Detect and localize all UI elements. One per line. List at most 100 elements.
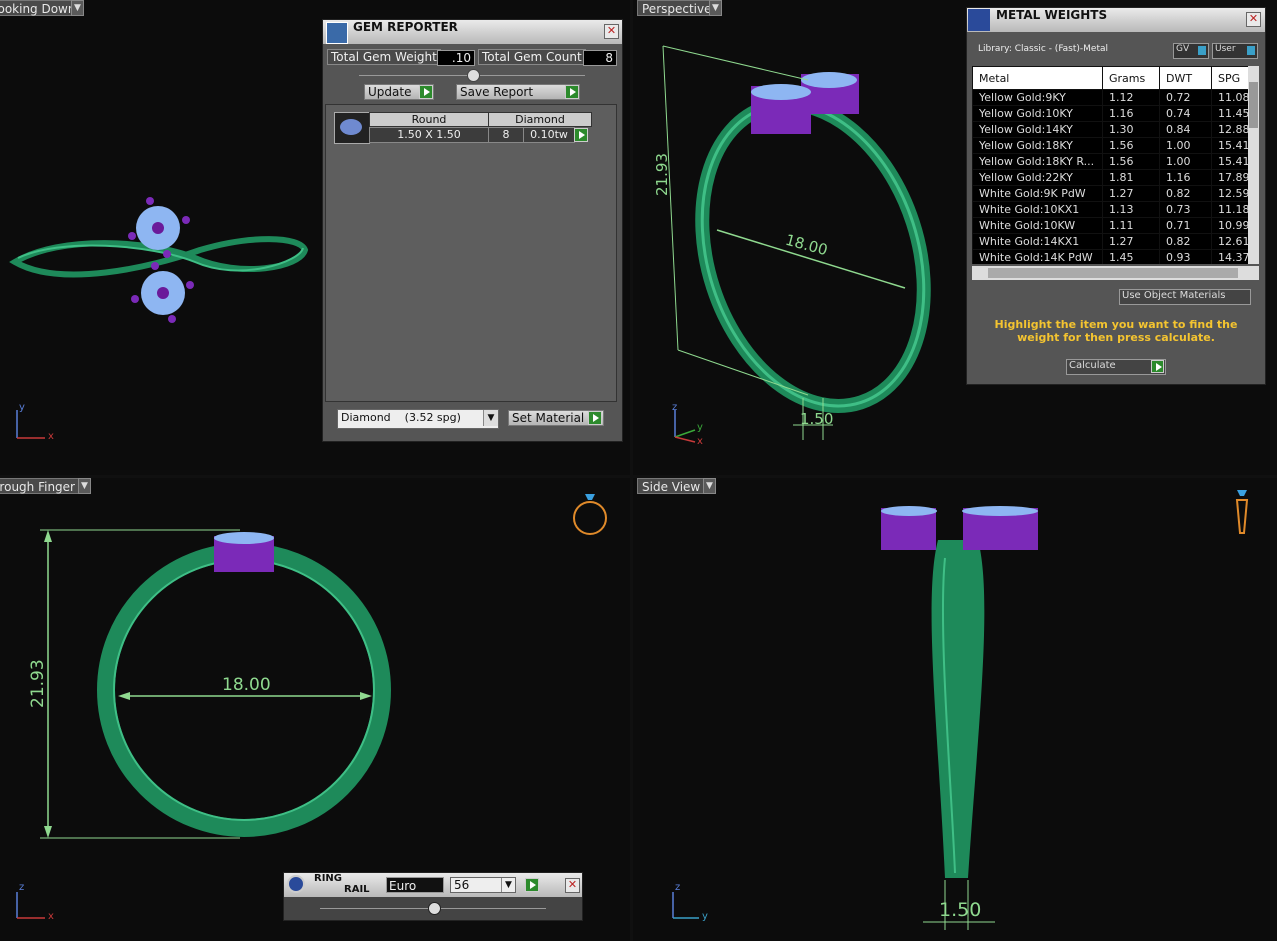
metal-weights-panel[interactable]: METAL WEIGHTS ✕ Library: Classic - (Fast…: [966, 7, 1266, 385]
table-cell[interactable]: 1.45: [1102, 249, 1160, 264]
table-cell[interactable]: White Gold:10KW: [972, 217, 1103, 234]
metal-weights-titlebar[interactable]: METAL WEIGHTS ✕: [967, 8, 1265, 32]
table-row[interactable]: Yellow Gold:10KY 1.16 0.74 11.45: [972, 105, 1248, 122]
table-row[interactable]: White Gold:9K PdW 1.27 0.82 12.59: [972, 185, 1248, 202]
table-cell[interactable]: 11.08: [1211, 89, 1248, 106]
table-cell[interactable]: 11.18: [1211, 201, 1248, 218]
column-header[interactable]: SPG: [1211, 66, 1248, 90]
table-cell[interactable]: 0.84: [1159, 121, 1212, 138]
table-cell[interactable]: Yellow Gold:18KY: [972, 137, 1103, 154]
use-object-materials-button[interactable]: Use Object Materials: [1119, 289, 1251, 305]
horizontal-scrollbar[interactable]: [972, 266, 1259, 280]
table-cell[interactable]: 1.16: [1159, 169, 1212, 186]
table-cell[interactable]: 15.41: [1211, 153, 1248, 170]
table-row[interactable]: Yellow Gold:14KY 1.30 0.84 12.88: [972, 121, 1248, 138]
table-cell[interactable]: 1.56: [1102, 137, 1160, 154]
table-cell[interactable]: 11.45: [1211, 105, 1248, 122]
gem-row-play-icon[interactable]: [574, 128, 588, 142]
axis-x-label: x: [48, 431, 54, 442]
update-play-icon[interactable]: [419, 85, 433, 99]
table-cell[interactable]: Yellow Gold:22KY: [972, 169, 1103, 186]
table-row[interactable]: White Gold:10KW 1.11 0.71 10.99: [972, 217, 1248, 234]
table-row[interactable]: Yellow Gold:18KY R... 1.56 1.00 15.41: [972, 153, 1248, 170]
save-report-play-icon[interactable]: [565, 85, 579, 99]
table-cell[interactable]: 1.27: [1102, 185, 1160, 202]
column-header[interactable]: Metal: [972, 66, 1103, 90]
ring-rail-panel[interactable]: RING RAIL Euro 56 ▼ ✕: [283, 872, 583, 921]
ring-rail-titlebar[interactable]: RING RAIL Euro 56 ▼ ✕: [284, 873, 582, 897]
table-cell[interactable]: 1.00: [1159, 137, 1212, 154]
close-icon[interactable]: ✕: [565, 878, 580, 893]
table-cell[interactable]: 1.81: [1102, 169, 1160, 186]
total-gem-count-field[interactable]: 8: [583, 50, 617, 66]
table-cell[interactable]: 0.73: [1159, 201, 1212, 218]
gem-reporter-panel[interactable]: GEM REPORTER ✕ Total Gem Weight .10 Tota…: [322, 19, 623, 442]
table-row[interactable]: White Gold:14KX1 1.27 0.82 12.61: [972, 233, 1248, 250]
table-cell[interactable]: 12.59: [1211, 185, 1248, 202]
chevron-down-icon[interactable]: ▼: [501, 878, 515, 892]
slider-handle[interactable]: [428, 902, 441, 915]
table-cell[interactable]: Yellow Gold:10KY: [972, 105, 1103, 122]
metal-weights-table[interactable]: Metal Grams DWT SPG Yellow Gold:9KY 1.12 0…: [972, 66, 1248, 264]
table-cell[interactable]: 14.37: [1211, 249, 1248, 264]
table-row[interactable]: White Gold:14K PdW 1.45 0.93 14.37: [972, 249, 1248, 264]
library-label: Library: Classic - (Fast)-Metal: [978, 44, 1109, 54]
table-cell[interactable]: White Gold:14K PdW: [972, 249, 1103, 264]
gem-reporter-titlebar[interactable]: GEM REPORTER ✕: [323, 20, 622, 44]
total-gem-weight-field[interactable]: .10: [437, 50, 475, 66]
table-cell[interactable]: 12.61: [1211, 233, 1248, 250]
user-toggle[interactable]: User: [1212, 43, 1258, 59]
table-cell[interactable]: 1.16: [1102, 105, 1160, 122]
slider-handle[interactable]: [467, 69, 480, 82]
metal-table[interactable]: Metal Grams DWT SPG Yellow Gold:9KY 1.12 0…: [972, 66, 1248, 264]
table-cell[interactable]: 1.27: [1102, 233, 1160, 250]
table-cell[interactable]: 0.72: [1159, 89, 1212, 106]
column-header[interactable]: Grams: [1102, 66, 1160, 90]
save-report-button[interactable]: Save Report: [456, 84, 580, 100]
table-cell[interactable]: 0.82: [1159, 233, 1212, 250]
close-icon[interactable]: ✕: [1246, 12, 1261, 27]
table-cell[interactable]: White Gold:14KX1: [972, 233, 1103, 250]
table-row[interactable]: Yellow Gold:22KY 1.81 1.16 17.89: [972, 169, 1248, 186]
table-cell[interactable]: Yellow Gold:9KY: [972, 89, 1103, 106]
table-cell[interactable]: White Gold:10KX1: [972, 201, 1103, 218]
table-cell[interactable]: 1.12: [1102, 89, 1160, 106]
table-row[interactable]: Yellow Gold:9KY 1.12 0.72 11.08: [972, 89, 1248, 106]
chevron-down-icon[interactable]: ▼: [483, 410, 498, 426]
table-cell[interactable]: 10.99: [1211, 217, 1248, 234]
calculate-play-icon[interactable]: [1151, 360, 1164, 373]
ring-rail-play-icon[interactable]: [525, 878, 539, 892]
vertical-scrollbar[interactable]: [1248, 66, 1259, 264]
gem-row-size[interactable]: 1.50 X 1.50: [369, 127, 489, 143]
ring-standard-field[interactable]: Euro: [386, 877, 444, 893]
close-icon[interactable]: ✕: [604, 24, 619, 39]
table-cell[interactable]: 0.74: [1159, 105, 1212, 122]
table-row[interactable]: Yellow Gold:18KY 1.56 1.00 15.41: [972, 137, 1248, 154]
table-cell[interactable]: 1.56: [1102, 153, 1160, 170]
table-cell[interactable]: Yellow Gold:14KY: [972, 121, 1103, 138]
material-select[interactable]: Diamond (3.52 spg) ▼: [337, 409, 499, 429]
table-cell[interactable]: 1.13: [1102, 201, 1160, 218]
dimension-height: 21.93: [653, 153, 671, 196]
table-cell[interactable]: Yellow Gold:18KY R...: [972, 153, 1103, 170]
viewport-side-view[interactable]: Side View ▼ 1.50 z y: [633, 478, 1277, 941]
table-cell[interactable]: 12.88: [1211, 121, 1248, 138]
ring-size-select[interactable]: 56 ▼: [450, 877, 516, 893]
set-material-play-icon[interactable]: [588, 411, 602, 425]
table-cell[interactable]: 17.89: [1211, 169, 1248, 186]
axis-y-label: y: [697, 422, 703, 433]
gv-toggle[interactable]: GV: [1173, 43, 1209, 59]
table-cell[interactable]: White Gold:9K PdW: [972, 185, 1103, 202]
table-cell[interactable]: 0.82: [1159, 185, 1212, 202]
table-cell[interactable]: 0.93: [1159, 249, 1212, 264]
table-cell[interactable]: 1.30: [1102, 121, 1160, 138]
gem-list-area[interactable]: [325, 104, 617, 402]
gem-row-count[interactable]: 8: [488, 127, 524, 143]
table-cell[interactable]: 15.41: [1211, 137, 1248, 154]
table-cell[interactable]: 1.00: [1159, 153, 1212, 170]
column-header[interactable]: DWT: [1159, 66, 1212, 90]
table-cell[interactable]: 0.71: [1159, 217, 1212, 234]
table-cell[interactable]: 1.11: [1102, 217, 1160, 234]
table-row[interactable]: White Gold:10KX1 1.13 0.73 11.18: [972, 201, 1248, 218]
gem-row-weight[interactable]: 0.10tw: [523, 127, 575, 143]
